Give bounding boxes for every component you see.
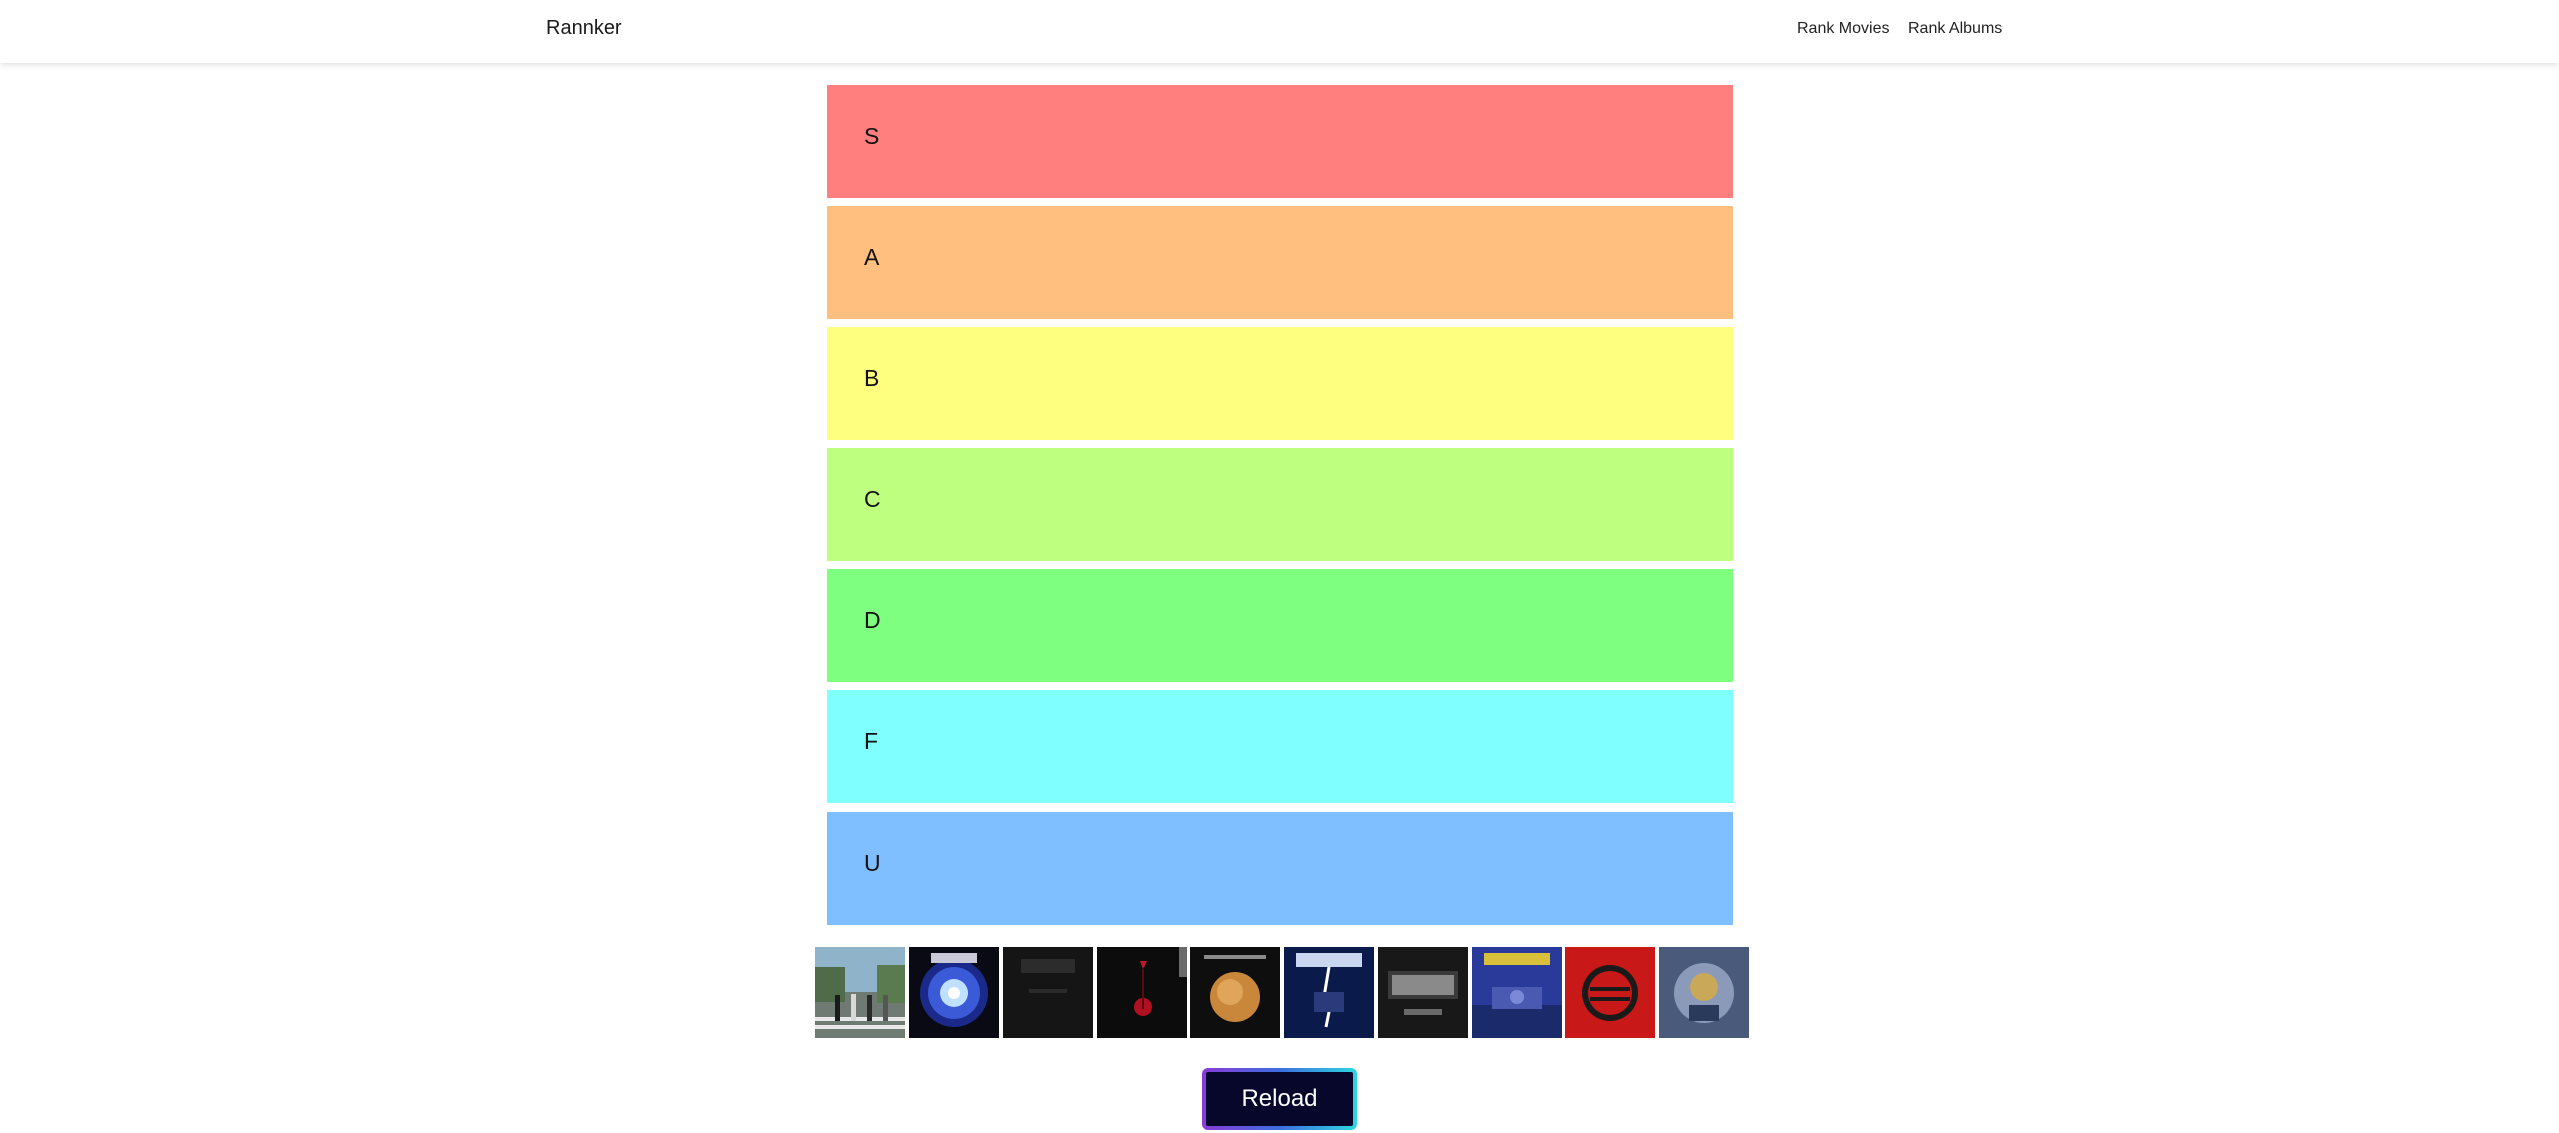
violator-cover-icon[interactable]: [1097, 947, 1187, 1038]
steven-wilson-cover-icon[interactable]: [1190, 947, 1280, 1038]
tier-row-f[interactable]: F: [827, 690, 1733, 803]
tier-label: D: [864, 607, 881, 633]
ride-the-lightning-cover-icon[interactable]: [1284, 947, 1374, 1038]
nav-link-rank-albums[interactable]: Rank Albums: [1908, 20, 2002, 38]
tier-row-a[interactable]: A: [827, 206, 1733, 319]
tier-row-b[interactable]: B: [827, 327, 1733, 440]
tier-label: A: [864, 244, 880, 270]
tier-label: F: [864, 728, 879, 754]
abbey-road-cover-icon[interactable]: [815, 947, 905, 1038]
aerosmith-cover-icon[interactable]: [909, 947, 999, 1038]
reload-button[interactable]: Reload: [1202, 1068, 1357, 1130]
tier-row-c[interactable]: C: [827, 448, 1733, 561]
tier-row-d[interactable]: D: [827, 569, 1733, 682]
nav-link-rank-movies[interactable]: Rank Movies: [1797, 20, 1889, 38]
st-anger-cover-icon[interactable]: [1565, 947, 1655, 1038]
tier-label: B: [864, 365, 880, 391]
brand-logo[interactable]: Rannker: [546, 17, 622, 40]
tier-row-u[interactable]: U: [827, 812, 1733, 925]
tier-label: U: [864, 850, 881, 876]
tier-row-s[interactable]: S: [827, 85, 1733, 198]
sonata-arctica-cover-icon[interactable]: [1659, 947, 1749, 1038]
rock-or-bust-cover-icon[interactable]: [1378, 947, 1468, 1038]
navbar: Rannker Rank Movies Rank Albums: [0, 0, 2559, 63]
tier-label: S: [864, 123, 880, 149]
tier-label: C: [864, 486, 881, 512]
back-in-black-cover-icon[interactable]: [1003, 947, 1093, 1038]
rust-in-peace-cover-icon[interactable]: [1472, 947, 1562, 1038]
